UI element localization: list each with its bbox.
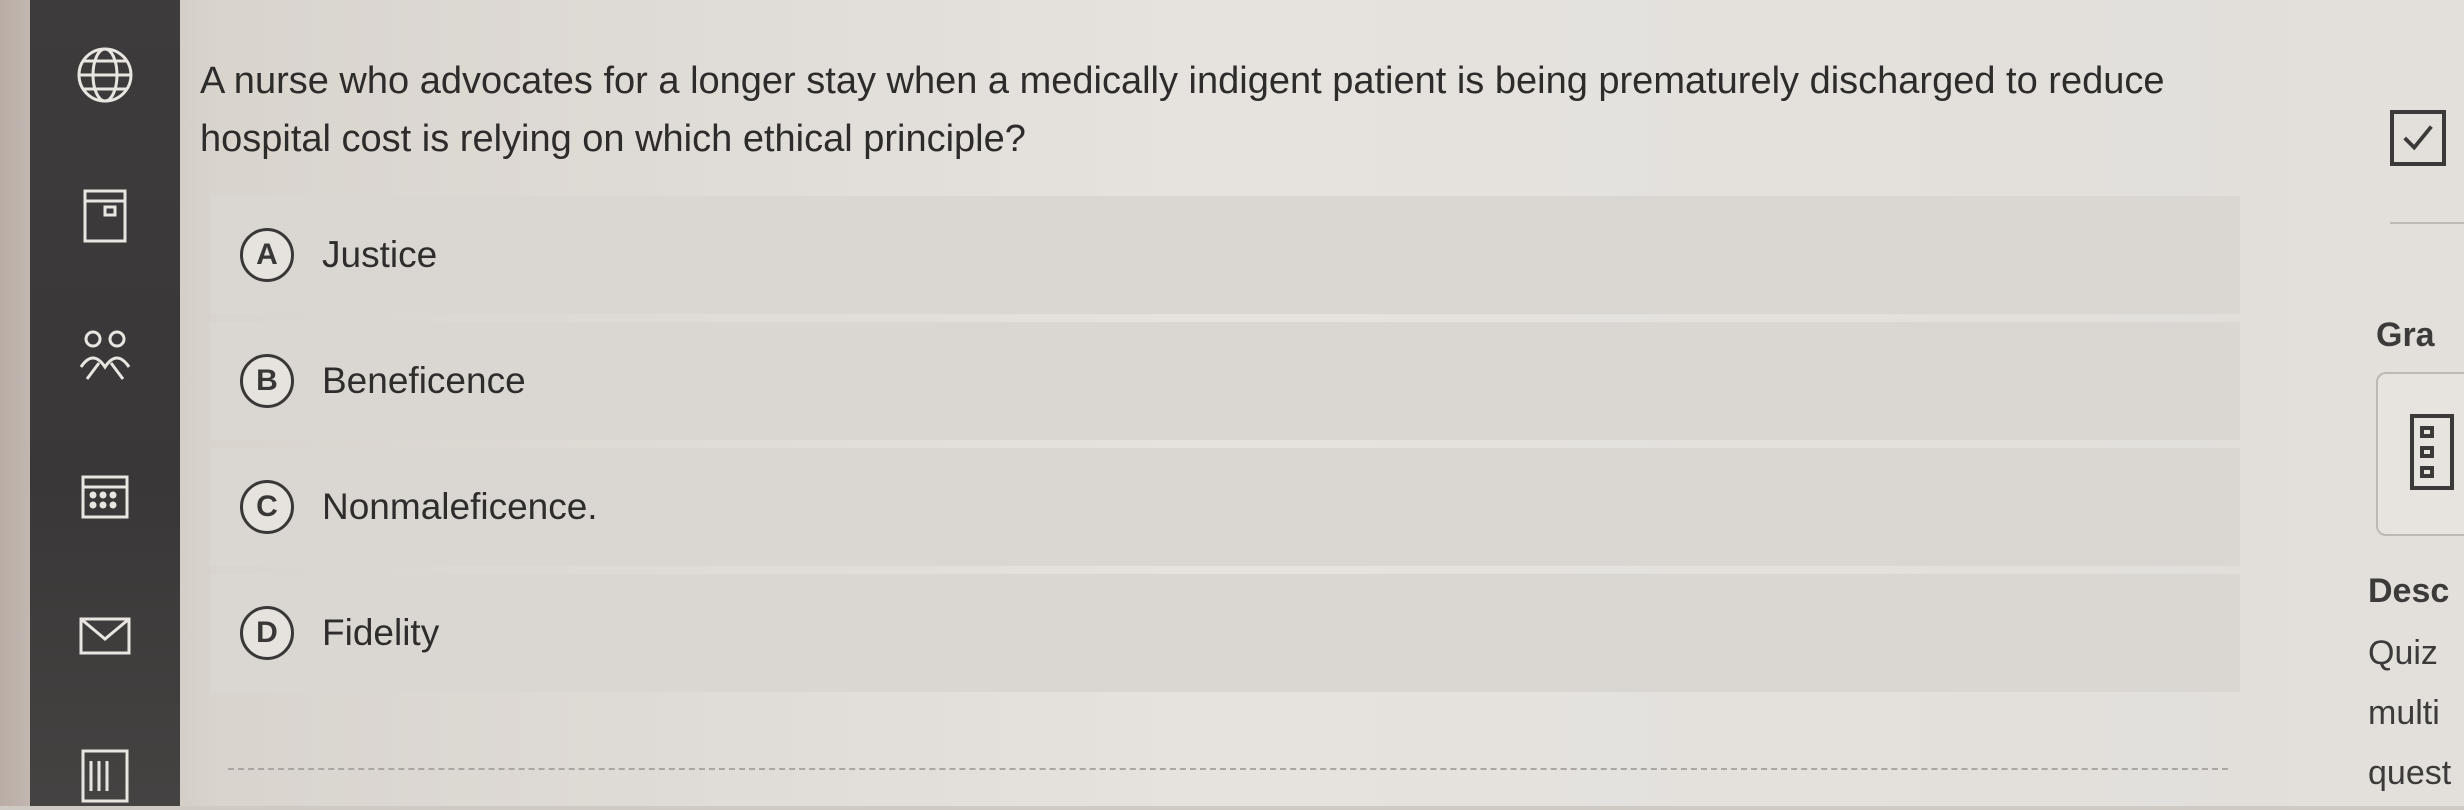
checkbox-icon[interactable]: [2390, 110, 2446, 166]
option-letter-b: B: [240, 354, 294, 408]
quiz-question-panel: A nurse who advocates for a longer stay …: [180, 0, 2270, 806]
option-d[interactable]: D Fidelity: [210, 574, 2240, 692]
option-label-c: Nonmaleficence.: [322, 486, 598, 527]
grade-heading: Gra: [2376, 316, 2435, 354]
question-text: A nurse who advocates for a longer stay …: [200, 52, 2220, 168]
grid-calendar-icon[interactable]: [70, 460, 140, 530]
globe-icon[interactable]: [70, 40, 140, 110]
option-label-b: Beneficence: [322, 360, 526, 401]
grade-card: [2376, 372, 2464, 536]
option-c[interactable]: C Nonmaleficence.: [210, 448, 2240, 566]
option-label-d: Fidelity: [322, 612, 440, 653]
option-letter-a: A: [240, 228, 294, 282]
description-line-2: multi: [2368, 694, 2440, 732]
option-b[interactable]: B Beneficence: [210, 322, 2240, 440]
description-line-3: quest: [2368, 754, 2452, 792]
calendar-icon[interactable]: [70, 180, 140, 250]
option-label-a: Justice: [322, 234, 438, 275]
description-heading: Desc: [2368, 572, 2450, 610]
mail-icon[interactable]: [70, 600, 140, 670]
screen: A nurse who advocates for a longer stay …: [0, 0, 2464, 806]
option-a[interactable]: A Justice: [210, 196, 2240, 314]
option-letter-d: D: [240, 606, 294, 660]
document-icon: [2410, 414, 2454, 490]
question-line-2: hospital cost is relying on which ethica…: [200, 118, 1026, 160]
panel-divider: [2390, 222, 2464, 224]
left-nav-rail: [30, 0, 180, 806]
question-line-1: A nurse who advocates for a longer stay …: [200, 60, 2165, 102]
option-letter-c: C: [240, 480, 294, 534]
people-icon[interactable]: [70, 320, 140, 390]
list-icon[interactable]: [70, 740, 140, 810]
divider: [228, 768, 2228, 770]
right-side-panel: Gra Desc Quiz multi quest: [2290, 0, 2464, 806]
description-line-1: Quiz: [2368, 634, 2438, 672]
